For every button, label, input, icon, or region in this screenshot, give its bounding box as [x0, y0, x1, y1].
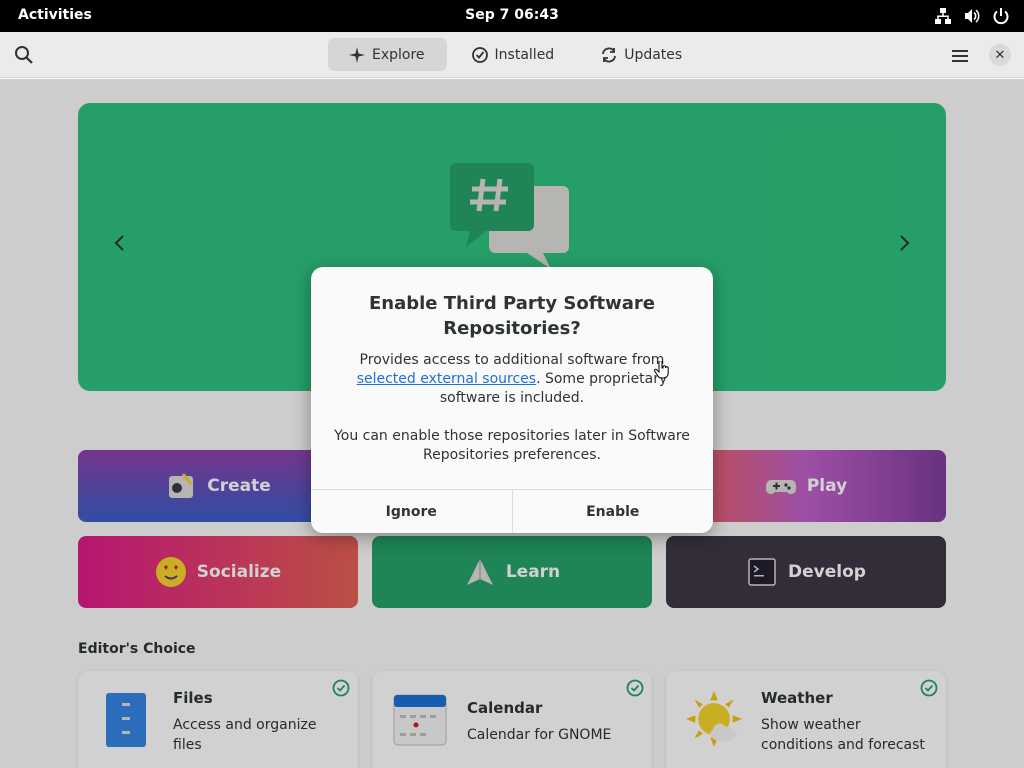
hamburger-menu-icon[interactable]: [948, 44, 972, 68]
header-bar: Explore Installed Updates ✕: [0, 32, 1024, 78]
sparkle-icon: [349, 46, 365, 63]
enable-button[interactable]: Enable: [511, 490, 714, 533]
clock-area: Sep 7 06:43: [0, 7, 1024, 23]
network-icon: [935, 8, 951, 24]
tab-explore-label: Explore: [372, 46, 425, 63]
refresh-icon: [602, 47, 617, 62]
dialog-body-prefix: Provides access to additional software f…: [359, 352, 665, 368]
dialog-title: Enable Third Party Software Repositories…: [368, 293, 656, 339]
power-icon: [993, 8, 1009, 25]
tab-installed-label: Installed: [494, 46, 555, 63]
dialog-button-row: Ignore Enable: [311, 489, 713, 533]
external-sources-link[interactable]: selected external sources: [357, 371, 536, 387]
tab-explore[interactable]: Explore: [328, 38, 447, 71]
system-tray[interactable]: [934, 7, 1010, 25]
volume-icon: [965, 9, 980, 23]
clock[interactable]: Sep 7 06:43: [465, 7, 559, 23]
check-circle-icon: [471, 46, 488, 63]
dialog-body: Provides access to additional software f…: [331, 351, 693, 408]
close-button[interactable]: ✕: [989, 44, 1011, 66]
ignore-button[interactable]: Ignore: [311, 490, 512, 533]
top-bar: Activities Sep 7 06:43: [0, 0, 1024, 32]
third-party-repos-dialog: Enable Third Party Software Repositories…: [311, 267, 713, 533]
tab-updates[interactable]: Updates: [580, 38, 704, 71]
close-icon: ✕: [994, 47, 1006, 63]
dialog-body-secondary: You can enable those repositories later …: [334, 428, 690, 463]
tab-installed[interactable]: Installed: [451, 38, 577, 71]
activities-button[interactable]: Activities: [18, 7, 92, 23]
tab-updates-label: Updates: [624, 46, 683, 63]
search-icon[interactable]: [12, 43, 36, 67]
view-switcher: Explore Installed Updates: [328, 38, 704, 71]
hand-pointer-icon: [654, 361, 669, 379]
